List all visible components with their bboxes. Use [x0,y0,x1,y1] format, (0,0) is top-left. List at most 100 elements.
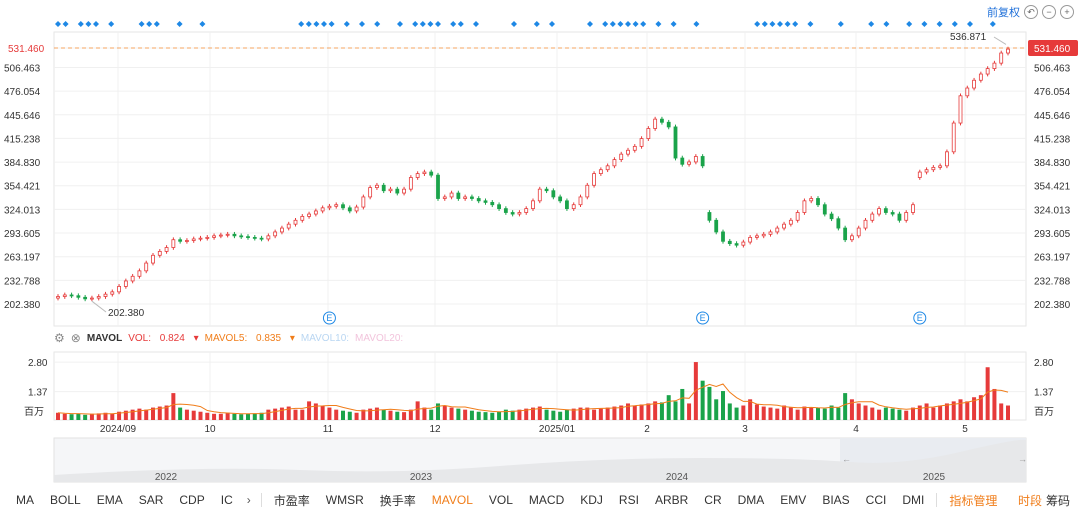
candle-body[interactable] [103,293,108,297]
indicator-item-9[interactable]: CR [696,493,729,507]
volume-bar[interactable] [714,399,719,420]
volume-bar[interactable] [992,388,997,420]
indicator-ic[interactable]: IC [213,493,241,507]
volume-bar[interactable] [239,414,244,420]
volume-bar[interactable] [863,405,868,420]
candle-body[interactable] [164,247,169,252]
candle-body[interactable] [266,235,271,240]
candle-body[interactable] [992,62,997,69]
volume-bar[interactable] [334,409,339,420]
volume-bar[interactable] [693,362,698,420]
volume-bar[interactable] [741,405,746,420]
candle-body[interactable] [693,156,698,163]
candle-body[interactable] [904,212,909,221]
volume-bar[interactable] [184,409,189,420]
candle-body[interactable] [741,241,746,246]
volume-bar[interactable] [761,406,766,420]
candle-body[interactable] [687,161,691,165]
adjust-mode-link[interactable]: 前复权 [987,4,1020,20]
candle-body[interactable] [232,233,237,237]
candle-body[interactable] [517,212,522,215]
candle-body[interactable] [456,192,461,199]
volume-bar[interactable] [205,412,210,420]
volume-bar[interactable] [924,403,929,420]
volume-bar[interactable] [497,411,502,420]
candle-body[interactable] [408,177,413,190]
indicator-item-8[interactable]: ARBR [647,493,696,507]
volume-bar[interactable] [395,411,400,420]
candle-body[interactable] [917,171,922,178]
candle-body[interactable] [660,118,664,123]
close-icon[interactable]: ⊗ [71,331,81,345]
volume-bar[interactable] [171,393,176,420]
volume-bar[interactable] [388,410,393,420]
volume-bar[interactable] [89,413,94,420]
candle-body[interactable] [565,200,569,210]
candle-body[interactable] [816,198,820,206]
volume-bar[interactable] [775,408,780,420]
candle-body[interactable] [931,166,936,171]
volume-bar[interactable] [76,413,81,420]
candle-body[interactable] [578,196,583,206]
candle-body[interactable] [341,204,345,209]
volume-bar[interactable] [307,401,312,420]
indicator-item-2[interactable]: 换手率 [372,492,424,509]
candle-body[interactable] [286,223,291,229]
chevron-right-icon[interactable]: › [241,493,257,507]
volume-bar[interactable] [232,413,237,420]
candle-body[interactable] [714,219,719,233]
candle-body[interactable] [388,188,393,192]
candle-body[interactable] [605,165,610,171]
candle-body[interactable] [653,118,658,129]
candle-body[interactable] [293,219,298,225]
candle-body[interactable] [198,237,203,240]
volume-bar[interactable] [218,413,223,420]
volume-bar[interactable] [734,407,739,420]
candle-body[interactable] [123,280,128,287]
volume-bar[interactable] [374,407,379,420]
candle-body[interactable] [822,204,827,215]
candle-body[interactable] [666,121,671,128]
candle-body[interactable] [239,235,244,238]
candle-body[interactable] [320,207,325,212]
candle-body[interactable] [802,200,807,213]
candle-body[interactable] [598,169,603,175]
volume-bar[interactable] [279,407,284,420]
candle-body[interactable] [748,236,753,243]
volume-bar[interactable] [69,414,74,420]
volume-bar[interactable] [564,409,569,420]
candle-body[interactable] [273,231,278,237]
volume-bar[interactable] [544,409,549,420]
volume-bar[interactable] [83,414,88,420]
candle-body[interactable] [544,188,549,192]
volume-bar[interactable] [415,401,420,420]
candle-body[interactable] [354,206,359,212]
volume-bar[interactable] [680,388,685,420]
volume-bar[interactable] [883,407,888,420]
indicator-item-0[interactable]: 市盈率 [266,492,318,509]
volume-bar[interactable] [422,407,427,420]
candle-body[interactable] [782,223,786,229]
candle-body[interactable] [436,174,440,199]
candle-body[interactable] [972,79,976,89]
candle-body[interactable] [151,254,155,264]
volume-bar[interactable] [449,407,454,420]
candle-body[interactable] [795,212,800,221]
volume-bar[interactable] [178,407,183,420]
candle-body[interactable] [117,286,121,293]
volume-bar[interactable] [809,407,814,420]
volume-bar[interactable] [212,413,217,420]
volume-bar[interactable] [110,413,115,420]
candle-body[interactable] [442,196,447,199]
candle-body[interactable] [680,157,685,165]
indicator-item-4[interactable]: VOL [481,493,521,507]
candle-body[interactable] [157,250,162,256]
candle-body[interactable] [144,262,149,272]
candle-body[interactable] [721,231,725,242]
volume-bar[interactable] [632,405,637,420]
indicator-ma[interactable]: MA [8,493,42,507]
candle-body[interactable] [978,73,983,81]
volume-bar[interactable] [768,407,773,420]
volume-bar[interactable] [639,404,644,420]
volume-bar[interactable] [56,412,60,420]
